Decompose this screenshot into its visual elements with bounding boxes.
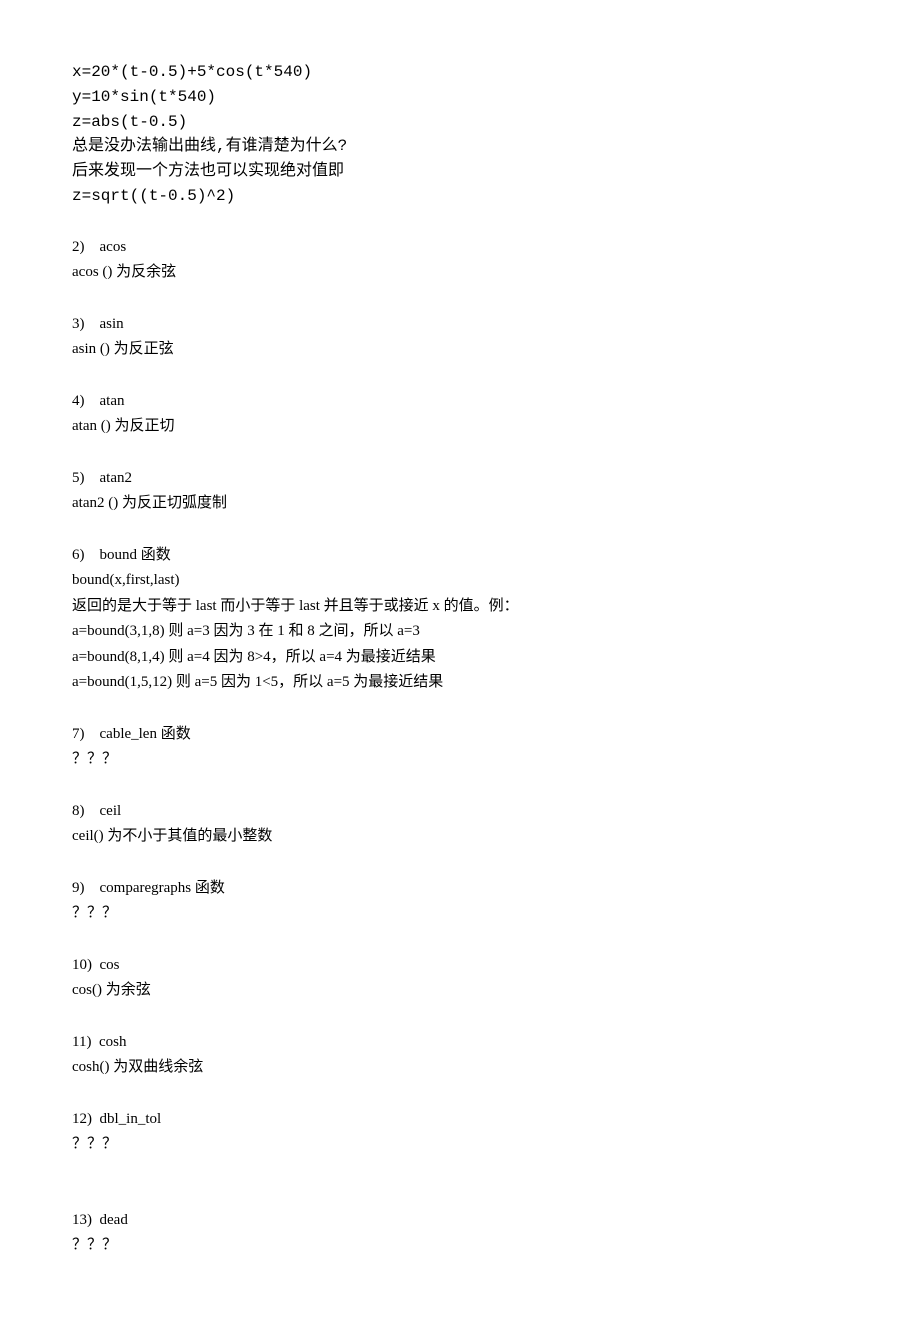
section-heading: 5) atan2 xyxy=(72,466,848,492)
section-title: dead xyxy=(100,1212,128,1228)
section-num: 9) xyxy=(72,880,85,896)
section-cable-len: 7) cable_len 函数 ？？？ xyxy=(72,722,848,773)
section-num: 3) xyxy=(72,316,85,332)
section-title: ceil xyxy=(100,803,122,819)
section-num: 13) xyxy=(72,1212,92,1228)
section-num: 12) xyxy=(72,1111,92,1127)
section-body-line: a=bound(3,1,8) 则 a=3 因为 3 在 1 和 8 之间，所以 … xyxy=(72,619,848,645)
intro-line: z=sqrt((t-0.5)^2) xyxy=(72,184,848,209)
section-num: 8) xyxy=(72,803,85,819)
section-atan: 4) atan atan () 为反正切 xyxy=(72,389,848,440)
section-title: bound 函数 xyxy=(100,547,171,563)
section-body-line: ？？？ xyxy=(72,901,848,927)
intro-line: 后来发现一个方法也可以实现绝对值即 xyxy=(72,159,848,184)
section-dbl-in-tol: 12) dbl_in_tol ？？？ xyxy=(72,1107,848,1158)
section-num: 4) xyxy=(72,393,85,409)
intro-line: 总是没办法输出曲线,有谁清楚为什么? xyxy=(72,134,848,159)
section-num: 10) xyxy=(72,957,92,973)
section-body-line: atan2 () 为反正切弧度制 xyxy=(72,491,848,517)
section-title: acos xyxy=(100,239,127,255)
section-title: asin xyxy=(100,316,124,332)
section-body-line: a=bound(8,1,4) 则 a=4 因为 8>4，所以 a=4 为最接近结… xyxy=(72,645,848,671)
section-acos: 2) acos acos () 为反余弦 xyxy=(72,235,848,286)
section-body-line: acos () 为反余弦 xyxy=(72,260,848,286)
section-body-line: ？？？ xyxy=(72,747,848,773)
section-dead: 13) dead ？？？ xyxy=(72,1208,848,1259)
section-num: 5) xyxy=(72,470,85,486)
intro-line: z=abs(t-0.5) xyxy=(72,110,848,135)
section-ceil: 8) ceil ceil() 为不小于其值的最小整数 xyxy=(72,799,848,850)
section-cosh: 11) cosh cosh() 为双曲线余弦 xyxy=(72,1030,848,1081)
section-heading: 10) cos xyxy=(72,953,848,979)
section-cos: 10) cos cos() 为余弦 xyxy=(72,953,848,1004)
intro-line: y=10*sin(t*540) xyxy=(72,85,848,110)
section-asin: 3) asin asin () 为反正弦 xyxy=(72,312,848,363)
section-body-line: ceil() 为不小于其值的最小整数 xyxy=(72,824,848,850)
section-title: dbl_in_tol xyxy=(100,1111,162,1127)
section-heading: 9) comparegraphs 函数 xyxy=(72,876,848,902)
intro-line: x=20*(t-0.5)+5*cos(t*540) xyxy=(72,60,848,85)
section-num: 7) xyxy=(72,726,85,742)
section-bound: 6) bound 函数 bound(x,first,last) 返回的是大于等于… xyxy=(72,543,848,696)
section-body-line: ？？？ xyxy=(72,1233,848,1259)
section-atan2: 5) atan2 atan2 () 为反正切弧度制 xyxy=(72,466,848,517)
section-body-line: a=bound(1,5,12) 则 a=5 因为 1<5，所以 a=5 为最接近… xyxy=(72,670,848,696)
section-heading: 6) bound 函数 xyxy=(72,543,848,569)
section-heading: 7) cable_len 函数 xyxy=(72,722,848,748)
section-title: cos xyxy=(100,957,120,973)
section-comparegraphs: 9) comparegraphs 函数 ？？？ xyxy=(72,876,848,927)
section-heading: 4) atan xyxy=(72,389,848,415)
section-heading: 13) dead xyxy=(72,1208,848,1234)
section-body-line: ？？？ xyxy=(72,1132,848,1158)
section-title: atan2 xyxy=(100,470,132,486)
section-heading: 2) acos xyxy=(72,235,848,261)
section-heading: 3) asin xyxy=(72,312,848,338)
section-body-line: cos() 为余弦 xyxy=(72,978,848,1004)
section-heading: 8) ceil xyxy=(72,799,848,825)
section-body-line: asin () 为反正弦 xyxy=(72,337,848,363)
section-body-line: 返回的是大于等于 last 而小于等于 last 并且等于或接近 x 的值。例： xyxy=(72,594,848,620)
section-title: cosh xyxy=(99,1034,127,1050)
section-title: cable_len 函数 xyxy=(100,726,191,742)
section-body-line: atan () 为反正切 xyxy=(72,414,848,440)
section-num: 11) xyxy=(72,1034,91,1050)
section-title: atan xyxy=(100,393,125,409)
section-title: comparegraphs 函数 xyxy=(100,880,225,896)
section-heading: 12) dbl_in_tol xyxy=(72,1107,848,1133)
section-num: 2) xyxy=(72,239,85,255)
section-body-line: cosh() 为双曲线余弦 xyxy=(72,1055,848,1081)
section-heading: 11) cosh xyxy=(72,1030,848,1056)
section-num: 6) xyxy=(72,547,85,563)
section-body-line: bound(x,first,last) xyxy=(72,568,848,594)
intro-block: x=20*(t-0.5)+5*cos(t*540) y=10*sin(t*540… xyxy=(72,60,848,209)
